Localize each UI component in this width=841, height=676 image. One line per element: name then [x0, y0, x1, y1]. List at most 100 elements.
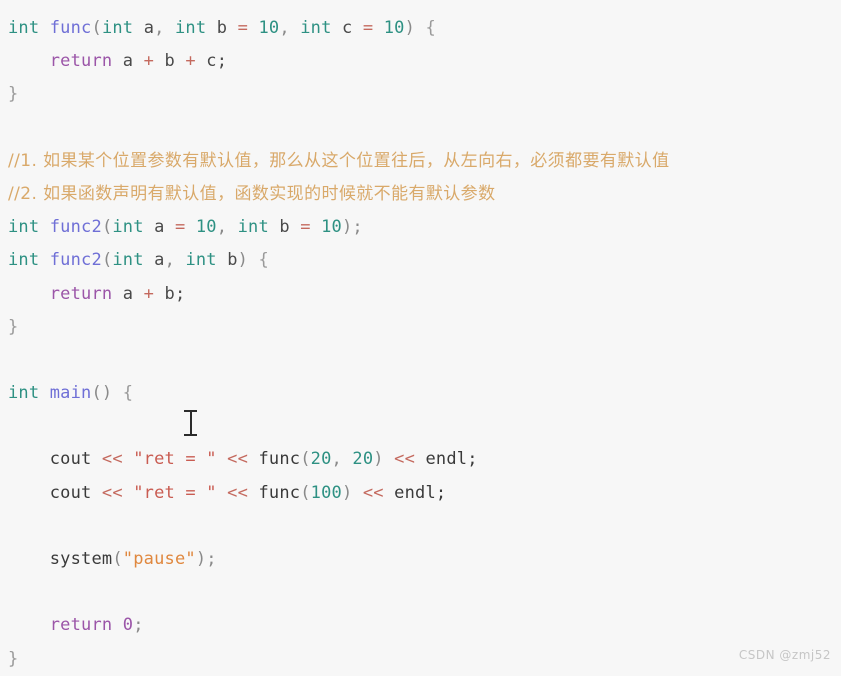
- code-line-1[interactable]: int func(int a, int b = 10, int c = 10) …: [0, 12, 841, 45]
- token-function-call: func: [258, 482, 301, 503]
- token-param-a: a: [154, 250, 165, 271]
- token-assign: =: [164, 217, 196, 238]
- code-line-20[interactable]: }: [0, 643, 841, 676]
- token-function-name: func2: [49, 217, 102, 238]
- token-stream-operator: <<: [91, 449, 134, 470]
- token-brace-close: }: [8, 316, 19, 337]
- token-operand-b: b;: [154, 283, 186, 304]
- token-stream-operator: <<: [352, 482, 395, 503]
- token-number: 10: [258, 18, 280, 38]
- token-type-int: int: [112, 250, 144, 271]
- token-number: 10: [383, 18, 405, 38]
- token-type-int: int: [185, 250, 217, 271]
- token-paren-close: ): [237, 250, 249, 271]
- token-brace-close: }: [8, 84, 19, 105]
- token-stream-operator: <<: [91, 482, 134, 503]
- token-type-int: int: [101, 18, 134, 38]
- code-line-13-blank[interactable]: [0, 410, 841, 443]
- code-line-9[interactable]: return a + b;: [0, 278, 841, 311]
- token-keyword-return: return: [49, 615, 113, 636]
- code-line-4-blank[interactable]: [0, 112, 841, 145]
- token-parens: (): [91, 383, 113, 404]
- token-param-b: b: [227, 250, 238, 271]
- code-line-10[interactable]: }: [0, 311, 841, 344]
- token-operand-a: a: [112, 51, 144, 72]
- token-type-int: int: [300, 18, 332, 38]
- token-paren-open: (: [91, 18, 102, 38]
- token-paren-close: ): [341, 482, 353, 503]
- token-keyword-return: return: [49, 283, 113, 304]
- token-assign: =: [352, 18, 384, 38]
- token-comment-text: 如果某个位置参数有默认值，那么从这个位置往后，从左向右，必须都要有默认值: [37, 150, 670, 171]
- code-line-14[interactable]: cout << "ret = " << func(20, 20) << endl…: [0, 443, 841, 476]
- token-cout: cout: [49, 482, 92, 503]
- code-line-6[interactable]: //2. 如果函数声明有默认值，函数实现的时候就不能有默认参数: [0, 178, 841, 211]
- token-stream-operator: <<: [383, 449, 426, 470]
- token-type-int: int: [8, 250, 40, 271]
- token-operator-plus: +: [143, 51, 155, 72]
- token-type-int: int: [8, 217, 40, 238]
- token-number: 0: [122, 615, 134, 636]
- token-string-literal: "ret = ": [133, 482, 217, 503]
- token-number: 20: [352, 449, 374, 470]
- code-line-5[interactable]: //1. 如果某个位置参数有默认值，那么从这个位置往后，从左向右，必须都要有默认…: [0, 145, 841, 178]
- token-comma: ,: [331, 449, 353, 470]
- code-line-16-blank[interactable]: [0, 510, 841, 543]
- token-param-a: a: [154, 217, 165, 238]
- token-comma: ,: [154, 18, 175, 38]
- code-line-2[interactable]: return a + b + c;: [0, 45, 841, 78]
- token-number: 100: [310, 482, 342, 503]
- token-assign: =: [289, 217, 322, 238]
- token-type-int: int: [237, 217, 269, 238]
- token-semicolon: ;: [133, 615, 144, 636]
- token-brace-open: {: [112, 383, 134, 404]
- token-comma: ,: [279, 18, 301, 38]
- code-line-15[interactable]: cout << "ret = " << func(100) << endl;: [0, 477, 841, 510]
- token-brace-open: {: [415, 18, 436, 38]
- code-line-17[interactable]: system("pause");: [0, 543, 841, 576]
- token-paren-open: (: [101, 217, 113, 238]
- token-number: 10: [195, 217, 217, 238]
- token-type-int: int: [175, 18, 207, 38]
- token-comment-marker: //2.: [8, 183, 38, 204]
- code-line-8[interactable]: int func2(int a, int b) {: [0, 244, 841, 277]
- token-type-int: int: [8, 383, 40, 404]
- token-param-b: b: [279, 217, 290, 238]
- token-param-c: c: [342, 18, 353, 38]
- token-operator-plus: +: [143, 283, 155, 304]
- code-line-11-blank[interactable]: [0, 344, 841, 377]
- token-brace-open: {: [248, 250, 269, 271]
- token-stream-operator: <<: [216, 449, 259, 470]
- code-line-18-blank[interactable]: [0, 576, 841, 609]
- code-editor-canvas[interactable]: int func(int a, int b = 10, int c = 10) …: [0, 0, 841, 670]
- code-line-7[interactable]: int func2(int a = 10, int b = 10);: [0, 211, 841, 244]
- token-type-int: int: [8, 18, 40, 38]
- token-function-name-main: main: [49, 383, 92, 404]
- token-paren-close: );: [195, 549, 217, 569]
- token-paren-open: (: [300, 449, 311, 470]
- token-assign: =: [227, 18, 259, 38]
- token-paren-open: (: [112, 549, 123, 569]
- code-line-19[interactable]: return 0;: [0, 609, 841, 642]
- code-line-3[interactable]: }: [0, 78, 841, 111]
- token-operand-a: a: [112, 283, 144, 304]
- token-comma: ,: [216, 217, 238, 238]
- token-cout: cout: [49, 449, 92, 470]
- code-line-12[interactable]: int main() {: [0, 377, 841, 410]
- token-system-call: system: [49, 549, 113, 569]
- token-operand-b: b: [154, 51, 186, 72]
- token-endl: endl;: [425, 449, 478, 470]
- token-number: 10: [321, 217, 342, 238]
- token-comment-text: 如果函数声明有默认值，函数实现的时候就不能有默认参数: [37, 183, 496, 204]
- token-number: 20: [310, 449, 332, 470]
